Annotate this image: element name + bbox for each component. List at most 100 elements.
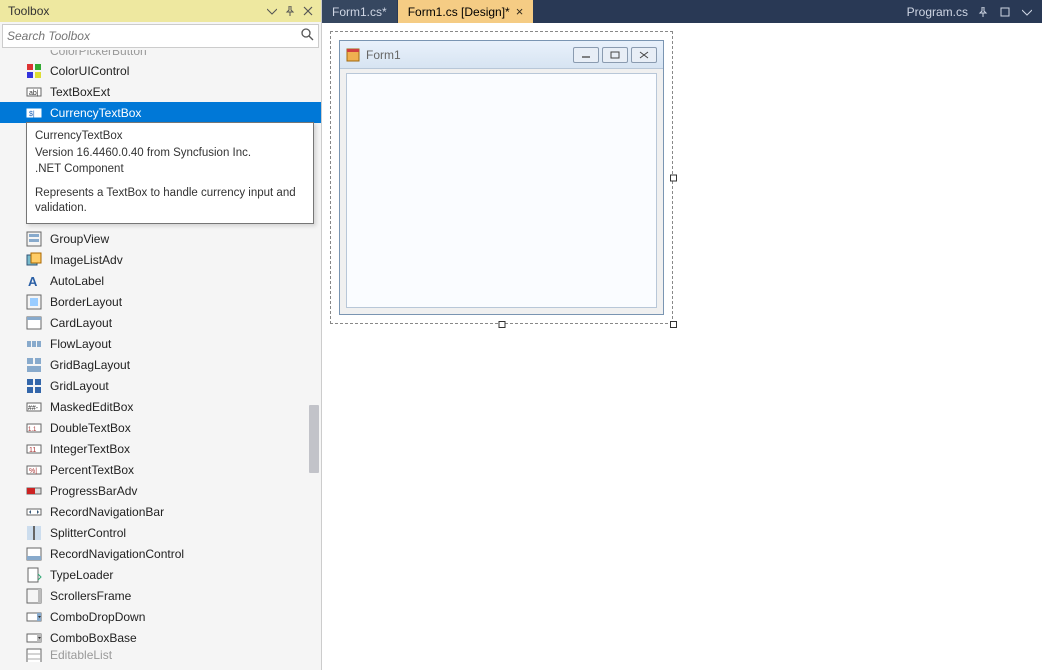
item-label: EditableList — [50, 648, 112, 662]
control-icon: %| — [26, 462, 42, 478]
item-label: AutoLabel — [50, 274, 104, 288]
item-label: IntegerTextBox — [50, 442, 130, 456]
list-item[interactable]: 1.1DoubleTextBox — [0, 417, 321, 438]
list-item[interactable]: %|PercentTextBox — [0, 459, 321, 480]
control-icon — [26, 588, 42, 604]
control-icon: 1.1 — [26, 420, 42, 436]
form-title: Form1 — [366, 48, 567, 62]
maximize-button[interactable] — [602, 47, 628, 63]
list-item[interactable]: GroupView — [0, 228, 321, 249]
document-tab[interactable]: Form1.cs* — [322, 0, 398, 23]
resize-handle-s[interactable] — [498, 321, 505, 328]
item-label: RecordNavigationControl — [50, 547, 184, 561]
item-label: GridBagLayout — [50, 358, 130, 372]
toolbox-title: Toolbox — [8, 4, 263, 18]
pin-icon[interactable] — [281, 2, 299, 20]
root: Toolbox ColorPickerButtonColorUIControla… — [0, 0, 1042, 670]
list-item[interactable]: ScrollersFrame — [0, 585, 321, 606]
control-icon: A — [26, 273, 42, 289]
hidden-tab-label[interactable]: Program.cs — [907, 5, 968, 19]
list-item[interactable]: RecordNavigationBar — [0, 501, 321, 522]
list-item[interactable]: $|CurrencyTextBox — [0, 102, 321, 123]
search-input[interactable] — [7, 29, 300, 43]
control-icon — [26, 567, 42, 583]
resize-handle-se[interactable] — [670, 321, 677, 328]
close-icon[interactable] — [299, 2, 317, 20]
list-item[interactable]: ColorUIControl — [0, 60, 321, 81]
list-item[interactable]: RecordNavigationControl — [0, 543, 321, 564]
control-icon — [26, 336, 42, 352]
pin-tab-icon[interactable] — [976, 7, 990, 17]
document-tab[interactable]: Form1.cs [Design]* × — [398, 0, 535, 23]
item-label: ScrollersFrame — [50, 589, 131, 603]
design-surface[interactable]: Form1 — [322, 23, 1042, 670]
list-item[interactable]: ComboDropDown — [0, 606, 321, 627]
tooltip-description: Represents a TextBox to handle currency … — [35, 186, 305, 217]
list-item[interactable]: GridBagLayout — [0, 354, 321, 375]
svg-text:A: A — [28, 274, 38, 289]
list-item[interactable]: SplitterControl — [0, 522, 321, 543]
control-icon — [26, 50, 42, 58]
window-buttons — [573, 47, 657, 63]
list-item[interactable]: TypeLoader — [0, 564, 321, 585]
control-icon — [26, 504, 42, 520]
form-designer[interactable]: Form1 — [336, 37, 667, 318]
close-button[interactable] — [631, 47, 657, 63]
resize-handle-e[interactable] — [670, 174, 677, 181]
control-icon — [26, 252, 42, 268]
list-item[interactable]: A AutoLabel — [0, 270, 321, 291]
item-label: TextBoxExt — [50, 85, 110, 99]
document-tabs: Form1.cs* Form1.cs [Design]* × Program.cs — [322, 0, 1042, 23]
form-window[interactable]: Form1 — [339, 40, 664, 315]
list-item[interactable]: ##- MaskedEditBox — [0, 396, 321, 417]
tooltip-title: CurrencyTextBox — [35, 129, 305, 145]
scrollbar-thumb[interactable] — [309, 405, 319, 473]
list-item[interactable]: BorderLayout — [0, 291, 321, 312]
svg-text:1.1: 1.1 — [28, 427, 37, 433]
form-client-area[interactable] — [346, 73, 657, 308]
item-label: GridLayout — [50, 379, 109, 393]
list-item[interactable]: ab| TextBoxExt — [0, 81, 321, 102]
item-label: ComboDropDown — [50, 610, 145, 624]
svg-text:##-: ##- — [28, 405, 39, 412]
item-label: RecordNavigationBar — [50, 505, 164, 519]
item-label: ComboBoxBase — [50, 631, 137, 645]
list-item[interactable]: ColorPickerButton — [0, 50, 321, 60]
control-icon — [26, 630, 42, 646]
toolbox-search[interactable] — [2, 24, 319, 48]
list-item[interactable]: FlowLayout — [0, 333, 321, 354]
svg-text:ab|: ab| — [29, 90, 39, 97]
item-label: FlowLayout — [50, 337, 111, 351]
active-files-icon[interactable] — [998, 7, 1012, 17]
tab-label: Form1.cs [Design]* — [408, 5, 510, 19]
list-item[interactable]: EditableList — [0, 648, 321, 662]
control-icon — [26, 231, 42, 247]
control-icon: 11 — [26, 441, 42, 457]
item-label: TypeLoader — [50, 568, 113, 582]
tooltip-type: .NET Component — [35, 162, 305, 178]
minimize-button[interactable] — [573, 47, 599, 63]
list-item[interactable]: 11 IntegerTextBox — [0, 438, 321, 459]
tooltip-version: Version 16.4460.0.40 from Syncfusion Inc… — [35, 146, 305, 162]
list-item[interactable]: ComboBoxBase — [0, 627, 321, 648]
toolbox-panel: Toolbox ColorPickerButtonColorUIControla… — [0, 0, 322, 670]
editor-area: Form1.cs*Form1.cs [Design]*× Program.cs … — [322, 0, 1042, 670]
list-item[interactable]: ImageListAdv — [0, 249, 321, 270]
control-icon: ab| — [26, 84, 42, 100]
tab-close-icon[interactable]: × — [516, 4, 524, 19]
search-icon[interactable] — [300, 27, 314, 46]
list-item[interactable]: CardLayout — [0, 312, 321, 333]
item-label: MaskedEditBox — [50, 400, 133, 414]
svg-text:11: 11 — [29, 447, 36, 454]
control-icon — [26, 315, 42, 331]
item-label: ImageListAdv — [50, 253, 123, 267]
dropdown-icon[interactable] — [1020, 7, 1034, 17]
control-icon — [26, 63, 42, 79]
control-icon — [26, 546, 42, 562]
item-label: GroupView — [50, 232, 109, 246]
list-item[interactable]: GridLayout — [0, 375, 321, 396]
toolbox-menu-icon[interactable] — [263, 2, 281, 20]
list-item[interactable]: ProgressBarAdv — [0, 480, 321, 501]
tooltip: CurrencyTextBox Version 16.4460.0.40 fro… — [26, 122, 314, 224]
item-label: BorderLayout — [50, 295, 122, 309]
